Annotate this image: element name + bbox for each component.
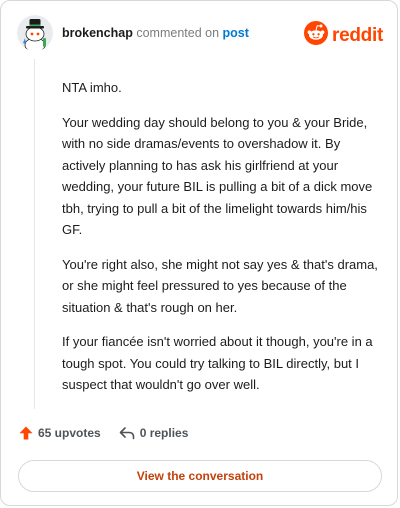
comment-body: NTA imho. Your wedding day should belong… — [62, 77, 384, 409]
comment-card: brokenchap commented on post reddit NTA … — [0, 0, 398, 506]
comment-paragraph: NTA imho. — [62, 80, 122, 95]
comment-actions: 65 upvotes 0 replies — [19, 426, 188, 440]
upvote-arrow-icon — [19, 426, 33, 440]
post-link[interactable]: post — [223, 26, 249, 40]
action-verb: commented on — [136, 26, 220, 40]
reply-button[interactable]: 0 replies — [119, 426, 189, 440]
upvote-count: 65 upvotes — [38, 426, 101, 440]
comment-paragraph: You're right also, she might not say yes… — [62, 256, 378, 315]
thread-line — [34, 59, 35, 409]
reply-count: 0 replies — [139, 426, 189, 440]
reply-arrow-icon — [119, 426, 135, 440]
reddit-brand[interactable]: reddit — [304, 21, 383, 50]
reddit-wordmark: reddit — [332, 24, 383, 46]
view-conversation-button[interactable]: View the conversation — [18, 460, 382, 492]
snoo-avatar-icon[interactable] — [17, 15, 53, 51]
reddit-logo-icon — [304, 21, 329, 50]
comment-header: brokenchap commented on post — [17, 15, 249, 51]
upvote-button[interactable]: 65 upvotes — [19, 426, 101, 440]
username-link[interactable]: brokenchap — [62, 26, 133, 40]
comment-paragraph: Your wedding day should belong to you & … — [62, 114, 373, 238]
comment-meta: brokenchap commented on post — [62, 25, 249, 41]
comment-paragraph: If your fiancée isn't worried about it t… — [62, 334, 373, 392]
